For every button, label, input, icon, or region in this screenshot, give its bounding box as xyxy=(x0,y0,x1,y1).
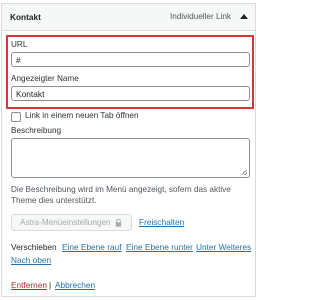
url-input[interactable]: # xyxy=(11,52,250,67)
navigation-label-input[interactable]: Kontakt xyxy=(11,86,250,101)
move-up-one-link[interactable]: Eine Ebene rauf xyxy=(62,242,122,252)
move-under-link[interactable]: Unter Weiteres xyxy=(196,242,251,252)
menu-item-type: Individueller Link xyxy=(170,12,231,21)
menu-item-title: Kontakt xyxy=(10,12,41,22)
resize-grip-icon[interactable] xyxy=(242,170,247,175)
astra-menu-settings-button[interactable]: Astra-Menüeinstellungen xyxy=(11,214,132,231)
menu-item-panel: Kontakt Individueller Link URL # Angezei… xyxy=(1,3,256,297)
move-down-one-link[interactable]: Eine Ebene runter xyxy=(126,242,193,252)
move-label: Verschieben xyxy=(11,242,57,252)
description-textarea[interactable] xyxy=(11,138,250,178)
navigation-label-label: Angezeigter Name xyxy=(11,74,79,83)
action-separator: | xyxy=(49,280,52,290)
move-to-top-link[interactable]: Nach oben xyxy=(11,255,51,265)
caret-up-icon[interactable] xyxy=(240,14,248,19)
remove-link[interactable]: Entfernen xyxy=(11,280,47,290)
description-help-text: Die Beschreibung wird im Menü angezeigt,… xyxy=(11,185,231,205)
unlock-link[interactable]: Freischalten xyxy=(139,217,184,227)
lock-icon xyxy=(115,219,122,227)
description-label: Beschreibung xyxy=(11,126,62,135)
new-tab-label: Link in einem neuen Tab öffnen xyxy=(25,111,139,120)
astra-menu-settings-label: Astra-Menüeinstellungen xyxy=(20,218,111,227)
url-label: URL xyxy=(11,40,28,49)
menu-item-header[interactable]: Kontakt Individueller Link xyxy=(2,4,255,31)
cancel-link[interactable]: Abbrechen xyxy=(55,280,95,290)
new-tab-checkbox[interactable] xyxy=(11,112,21,122)
